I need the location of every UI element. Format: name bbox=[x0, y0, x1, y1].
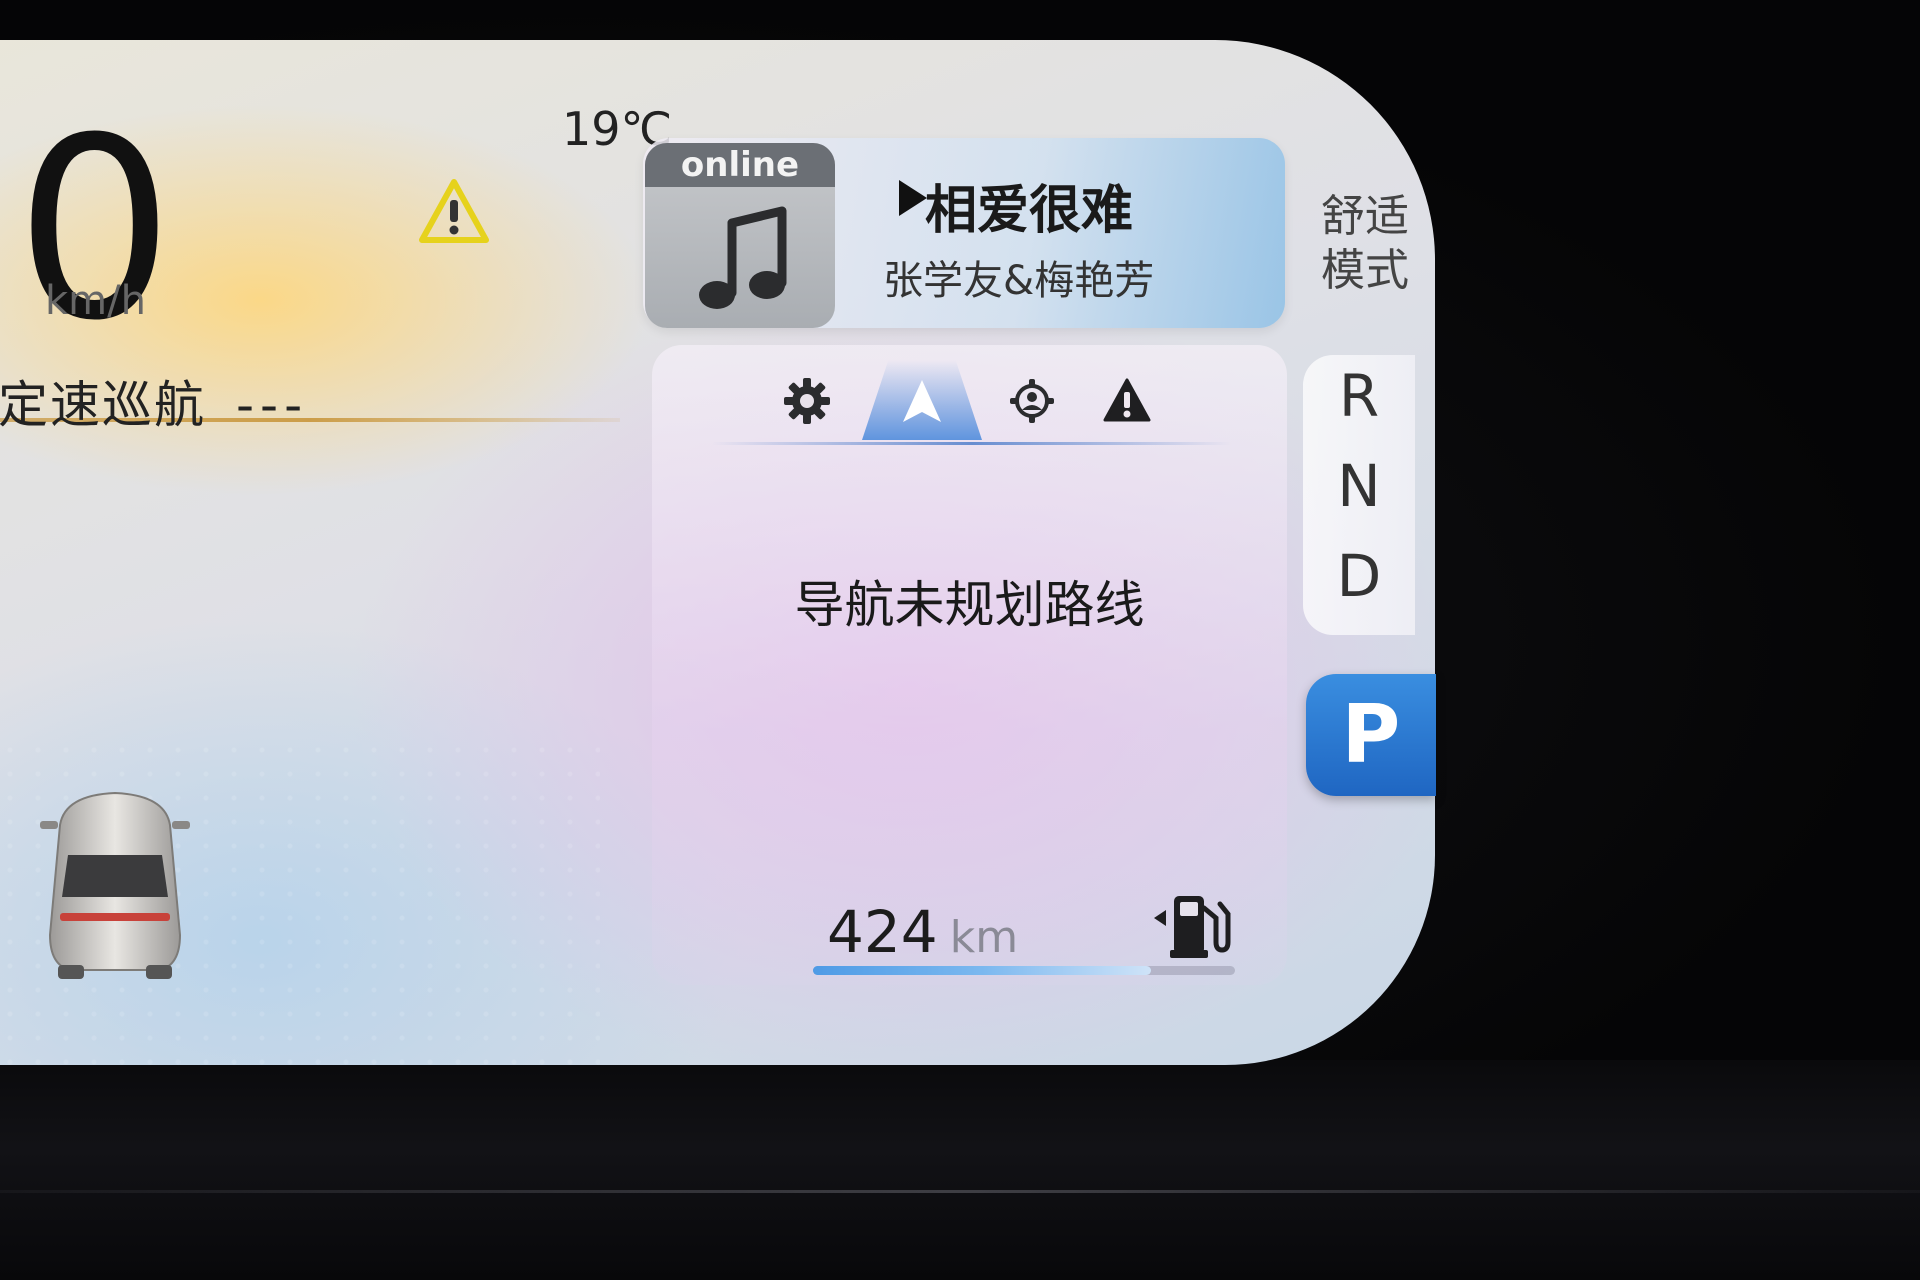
cruise-label: 定速巡航 bbox=[0, 376, 206, 434]
range-value: 424 bbox=[827, 898, 938, 966]
tab-navigation[interactable] bbox=[862, 360, 982, 440]
song-title: 相爱很难 bbox=[925, 181, 1134, 241]
range-unit: km bbox=[949, 912, 1019, 963]
navigation-message: 导航未规划路线 bbox=[794, 576, 1145, 634]
online-source-tag: online bbox=[645, 143, 835, 187]
panel-tab-bar bbox=[712, 360, 1232, 440]
gear-icon bbox=[784, 378, 830, 424]
tab-settings[interactable] bbox=[762, 360, 852, 440]
cruise-value: --- bbox=[236, 376, 309, 434]
tab-driver-assist[interactable] bbox=[987, 360, 1077, 440]
album-art[interactable]: online bbox=[645, 143, 835, 328]
navigation-arrow-icon bbox=[903, 380, 941, 422]
music-note-icon bbox=[699, 206, 787, 309]
warning-icon bbox=[1103, 378, 1151, 422]
gear-option-d: D bbox=[1336, 542, 1382, 610]
gear-selected-p: P bbox=[1306, 674, 1436, 796]
speed-unit: km/h bbox=[45, 278, 146, 324]
dashboard-trim-line bbox=[0, 1190, 1920, 1193]
gear-option-r: R bbox=[1338, 362, 1380, 430]
drive-mode-label: 舒适模式 bbox=[1321, 191, 1409, 296]
fuel-pump-icon bbox=[1154, 896, 1231, 958]
driver-assist-icon bbox=[1010, 379, 1054, 423]
play-icon[interactable] bbox=[895, 178, 929, 218]
car-icon bbox=[40, 791, 190, 979]
tab-alerts[interactable] bbox=[1082, 360, 1172, 440]
range-readout: 424 km bbox=[827, 898, 1018, 966]
cruise-control-status: 定速巡航 --- bbox=[0, 365, 308, 437]
range-progress-fill bbox=[813, 966, 1151, 975]
gear-option-n: N bbox=[1337, 452, 1381, 520]
tab-underline bbox=[712, 442, 1232, 445]
artist-name: 张学友&梅艳芳 bbox=[883, 258, 1155, 304]
warning-icon bbox=[419, 179, 489, 243]
range-progress-bar bbox=[813, 966, 1235, 975]
dashboard-trim bbox=[0, 1060, 1920, 1280]
